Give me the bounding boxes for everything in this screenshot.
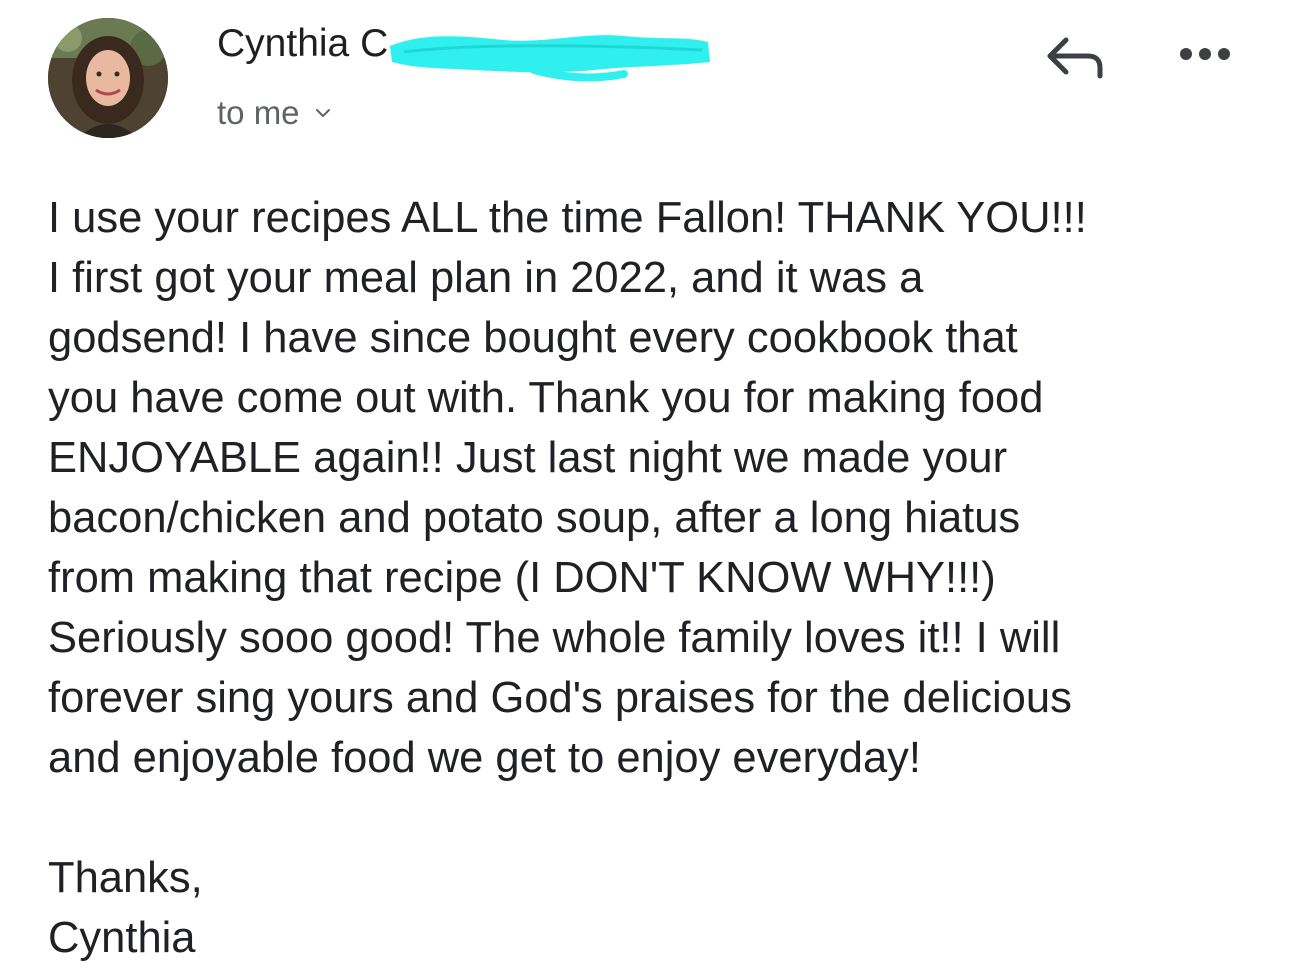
sender-avatar[interactable] <box>48 18 168 138</box>
body-line: ENJOYABLE again!! Just last night we mad… <box>48 434 1008 482</box>
chevron-down-icon <box>315 109 330 117</box>
recipient-toggle[interactable]: to me <box>217 90 332 136</box>
message-signoff: Thanks, Cynthia <box>48 848 203 968</box>
body-line: godsend! I have since bought every cookb… <box>48 314 1018 362</box>
body-line: I use your recipes ALL the time Fallon! … <box>48 194 1087 242</box>
body-line: from making that recipe (I DON'T KNOW WH… <box>48 554 996 602</box>
reply-icon <box>1047 37 1103 79</box>
body-line: and enjoyable food we get to enjoy every… <box>48 734 922 782</box>
body-line: bacon/chicken and potato soup, after a l… <box>48 494 1021 542</box>
body-line: forever sing yours and God's praises for… <box>48 674 1072 722</box>
reply-button[interactable] <box>1036 22 1116 92</box>
closing-text: Thanks, <box>48 854 203 902</box>
message-header: Cynthia C to me <box>0 0 1290 160</box>
body-line: you have come out with. Thank you for ma… <box>48 374 1044 422</box>
more-options-button[interactable] <box>1170 30 1240 80</box>
sender-name: Cynthia C <box>217 22 389 65</box>
signature-text: Cynthia <box>48 914 196 962</box>
body-line: I first got your meal plan in 2022, and … <box>48 254 924 302</box>
body-line: Seriously sooo good! The whole family lo… <box>48 614 1061 662</box>
redaction-scribble <box>390 35 710 82</box>
more-horizontal-icon <box>1180 48 1230 60</box>
recipient-label: to me <box>217 94 300 131</box>
avatar-photo-icon <box>48 18 168 138</box>
message-body: I use your recipes ALL the time Fallon! … <box>48 188 1268 788</box>
